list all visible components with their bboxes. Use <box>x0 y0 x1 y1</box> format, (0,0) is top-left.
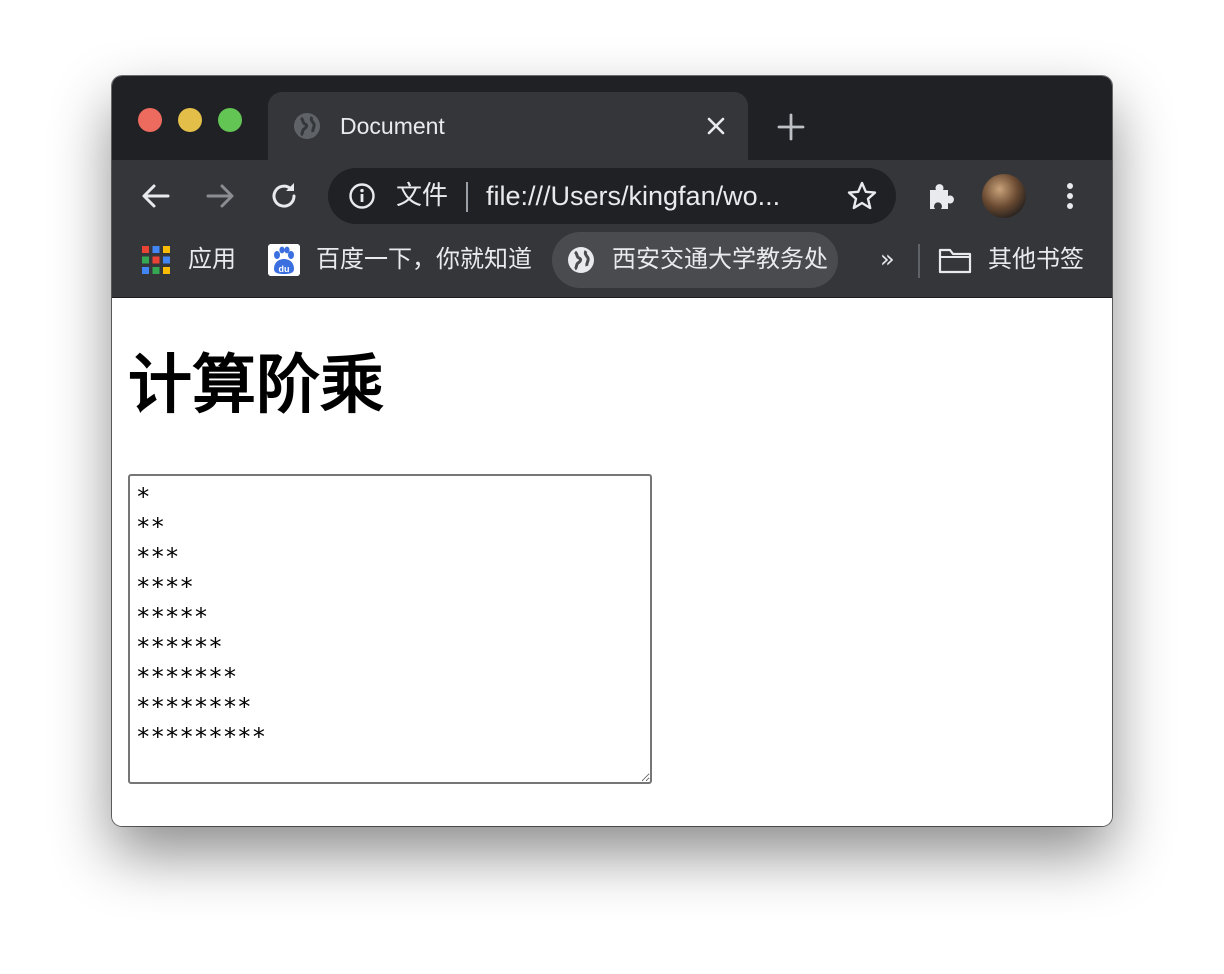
browser-window: Document 文件 file:///Users/kingfan/wo... … <box>112 76 1112 826</box>
bookmarks-bar: 应用 du 百度一下，你就知道 西安交通大学教务处 » 其他书签 <box>112 232 1112 298</box>
bookmark-apps[interactable]: 应用 <box>112 232 248 288</box>
tab-document[interactable]: Document <box>268 92 748 160</box>
bookmark-label: 西安交通大学教务处 <box>612 245 828 273</box>
page-content: 计算阶乘 * ** *** **** ***** ****** ******* … <box>112 298 1112 826</box>
reload-icon[interactable] <box>266 178 302 214</box>
bookmark-label: 其他书签 <box>988 245 1084 273</box>
plus-icon[interactable] <box>776 112 806 142</box>
globe-icon <box>568 247 594 273</box>
tab-title: Document <box>340 113 445 139</box>
arrow-right-icon[interactable] <box>202 178 238 214</box>
globe-icon <box>294 113 320 139</box>
tab-strip: Document <box>112 76 1112 160</box>
apps-grid-icon <box>142 246 170 274</box>
window-maximize-button[interactable] <box>218 108 242 132</box>
puzzle-icon[interactable] <box>922 178 958 214</box>
svg-text:du: du <box>279 264 290 274</box>
avatar[interactable] <box>982 174 1026 218</box>
bookmarks-divider <box>918 244 920 278</box>
kebab-menu-icon[interactable] <box>1052 178 1088 214</box>
bookmark-label: 百度一下，你就知道 <box>316 245 532 273</box>
site-chip-label: 文件 <box>396 181 449 211</box>
window-close-button[interactable] <box>138 108 162 132</box>
toolbar: 文件 file:///Users/kingfan/wo... <box>112 160 1112 232</box>
folder-icon <box>938 248 972 274</box>
page-title: 计算阶乘 <box>128 349 384 423</box>
star-icon[interactable] <box>846 180 878 212</box>
url-text[interactable]: file:///Users/kingfan/wo... <box>486 180 780 212</box>
address-bar[interactable]: 文件 file:///Users/kingfan/wo... <box>328 168 896 224</box>
baidu-icon: du <box>268 244 300 276</box>
bookmark-baidu[interactable]: du 百度一下，你就知道 <box>252 232 542 288</box>
output-textarea[interactable]: * ** *** **** ***** ****** ******* *****… <box>128 474 652 784</box>
bookmarks-overflow-button[interactable]: » <box>880 244 895 274</box>
info-icon[interactable] <box>348 182 376 210</box>
bookmark-xjtu[interactable]: 西安交通大学教务处 <box>552 232 838 288</box>
desktop-background: Document 文件 file:///Users/kingfan/wo... … <box>0 0 1224 974</box>
window-minimize-button[interactable] <box>178 108 202 132</box>
bookmark-label: 应用 <box>188 245 236 273</box>
close-icon[interactable] <box>704 114 728 138</box>
bookmark-other-folder[interactable]: 其他书签 <box>932 232 1112 288</box>
omnibox-divider <box>466 182 468 212</box>
arrow-left-icon[interactable] <box>138 178 174 214</box>
